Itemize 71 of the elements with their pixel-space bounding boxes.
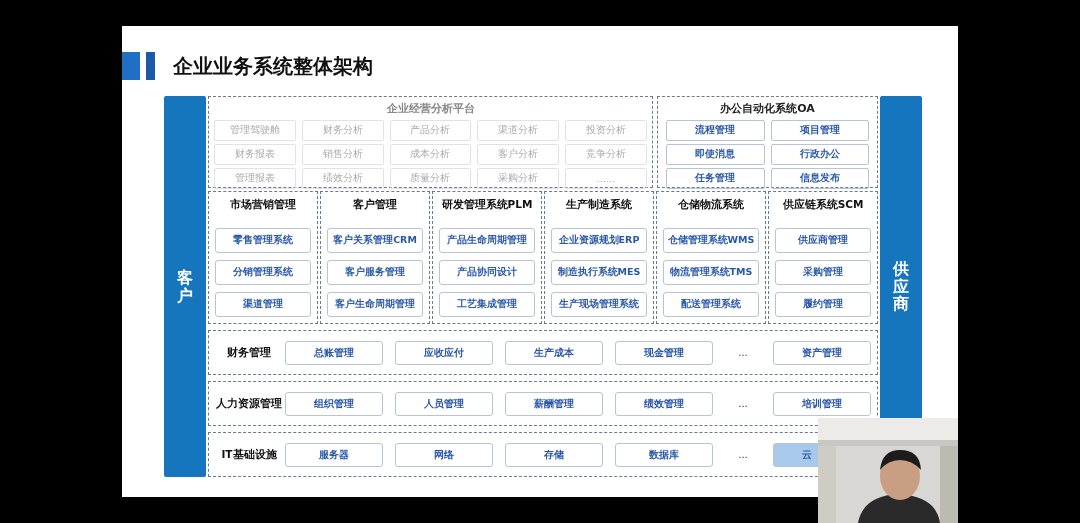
module-tag: 客户分析: [477, 144, 560, 165]
customer-bar: 客户: [164, 96, 206, 477]
layer-title: IT基础设施: [220, 447, 278, 462]
ellipsis: ...: [737, 347, 749, 358]
module-tag: 履约管理: [775, 292, 871, 317]
system-title: 供应链系统SCM: [782, 198, 864, 212]
slide-title: 企业业务系统整体架构: [173, 52, 373, 80]
module-tag: 绩效分析: [301, 168, 384, 189]
module-tag: 渠道管理: [215, 292, 311, 317]
module-tag: 成本分析: [389, 144, 472, 165]
module-tag: 销售分析: [301, 144, 384, 165]
layer-title: 财务管理: [226, 345, 272, 360]
module-tag: 生产成本: [505, 340, 603, 365]
module-tag: 财务分析: [301, 120, 384, 141]
module-tag: 人员管理: [395, 391, 493, 416]
module-tag: 产品分析: [389, 120, 472, 141]
module-tag: 资产管理: [773, 340, 871, 365]
module-tag: 采购分析: [477, 168, 560, 189]
module-tag: 分销管理系统: [215, 260, 311, 285]
system-title: 市场营销管理: [230, 198, 296, 212]
module-tag: 客户服务管理: [327, 260, 423, 285]
module-tag: 投资分析: [565, 120, 647, 141]
module-tag: 仓储管理系统WMS: [663, 228, 759, 253]
module-tag: 生产现场管理系统: [551, 292, 647, 317]
module-tag: 工艺集成管理: [439, 292, 535, 317]
title-mark-icon: [122, 52, 140, 80]
ellipsis: ...: [737, 398, 749, 409]
module-tag: 渠道分析: [477, 120, 560, 141]
module-tag: 客户生命周期管理: [327, 292, 423, 317]
module-tag: 零售管理系统: [215, 228, 311, 253]
module-tag: 采购管理: [775, 260, 871, 285]
module-tag: 客户关系管理CRM: [327, 228, 423, 253]
module-tag: 现金管理: [615, 340, 713, 365]
system-title: 仓储物流系统: [678, 198, 744, 212]
module-tag: 任务管理: [666, 168, 765, 189]
module-tag: 行政办公: [770, 144, 869, 165]
module-tag: 应收应付: [395, 340, 493, 365]
module-tag: 质量分析: [389, 168, 472, 189]
module-tag: 供应商管理: [775, 228, 871, 253]
panel-title: 办公自动化系统OA: [720, 101, 815, 116]
module-tag: 流程管理: [666, 120, 765, 141]
module-tag: 绩效管理: [615, 391, 713, 416]
module-tag: 财务报表: [214, 144, 296, 165]
module-tag: 即使消息: [666, 144, 765, 165]
module-tag: 配送管理系统: [663, 292, 759, 317]
module-tag: 存储: [505, 442, 603, 467]
module-tag: 组织管理: [285, 391, 383, 416]
module-tag: 产品协同设计: [439, 260, 535, 285]
title-mark-icon: [146, 52, 155, 80]
module-tag: 制造执行系统MES: [551, 260, 647, 285]
module-tag: ……: [565, 168, 647, 189]
system-title: 客户管理: [353, 198, 397, 212]
module-tag: 服务器: [285, 442, 383, 467]
module-tag: 管理驾驶舱: [214, 120, 296, 141]
module-tag: 数据库: [615, 442, 713, 467]
module-tag: 总账管理: [285, 340, 383, 365]
module-tag: 物流管理系统TMS: [663, 260, 759, 285]
module-tag: 信息发布: [770, 168, 869, 189]
system-title: 研发管理系统PLM: [441, 198, 533, 212]
ellipsis: ...: [737, 449, 749, 460]
system-title: 生产制造系统: [566, 198, 632, 212]
module-tag: 薪酬管理: [505, 391, 603, 416]
module-tag: 网络: [395, 442, 493, 467]
module-tag: 产品生命周期管理: [439, 228, 535, 253]
panel-title: 企业经营分析平台: [386, 101, 475, 116]
module-tag: 管理报表: [214, 168, 296, 189]
module-tag: 项目管理: [770, 120, 869, 141]
layer-title: 人力资源管理: [215, 396, 283, 411]
module-tag: 企业资源规划ERP: [551, 228, 647, 253]
module-tag: 竞争分析: [565, 144, 647, 165]
module-tag: 培训管理: [773, 391, 871, 416]
